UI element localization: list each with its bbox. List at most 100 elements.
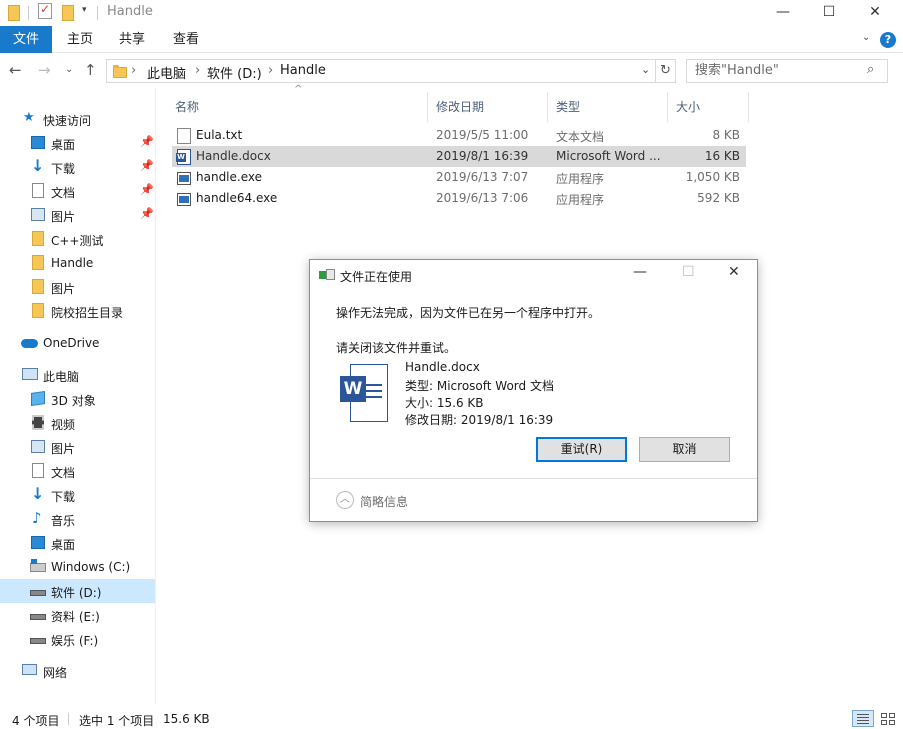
sidebar-item-network[interactable]: 网络 — [0, 659, 155, 683]
forward-arrow-icon[interactable]: → — [38, 61, 51, 79]
sidebar-item-documents[interactable]: 文档 📌 — [0, 179, 155, 203]
address-bar[interactable]: › 此电脑 › 软件 (D:) › Handle ⌄ — [106, 59, 656, 83]
recent-locations-chevron-icon[interactable]: ⌄ — [65, 64, 73, 75]
sort-ascending-icon: ^ — [294, 84, 303, 95]
sidebar-item-drive-e[interactable]: 资料 (E:) — [0, 603, 155, 627]
windows-logo-icon — [31, 559, 37, 564]
sidebar-item-onedrive[interactable]: OneDrive — [0, 331, 155, 355]
pictures-icon — [31, 208, 45, 221]
sidebar-item-drive-d[interactable]: 软件 (D:) — [0, 579, 155, 603]
music-note-icon: ♪ — [32, 509, 42, 527]
column-divider[interactable] — [547, 92, 548, 122]
pin-icon[interactable]: 📌 — [140, 135, 154, 148]
refresh-icon[interactable]: ↻ — [656, 59, 676, 83]
sidebar-item-music[interactable]: ♪ 音乐 — [0, 507, 155, 531]
dialog-instruction: 请关闭该文件并重试。 — [336, 341, 457, 355]
pane-divider[interactable] — [155, 88, 156, 704]
table-row[interactable]: handle.exe 2019/6/13 7:07 应用程序 1,050 KB — [172, 167, 746, 188]
document-icon — [32, 183, 44, 198]
exe-file-icon — [177, 193, 191, 206]
sidebar-item-pc-downloads[interactable]: ↓ 下载 — [0, 483, 155, 507]
details-view-icon[interactable] — [852, 710, 874, 727]
search-input[interactable] — [695, 63, 865, 78]
divider — [97, 6, 98, 20]
table-row[interactable]: W Handle.docx 2019/8/1 16:39 Microsoft W… — [172, 146, 746, 167]
file-size: 16 KB — [704, 149, 740, 163]
retry-button[interactable]: 重试(R) — [536, 437, 627, 462]
pin-icon[interactable]: 📌 — [140, 207, 154, 220]
sidebar-item-videos[interactable]: 视频 — [0, 411, 155, 435]
column-divider[interactable] — [667, 92, 668, 122]
sidebar-item-handle[interactable]: Handle — [0, 251, 155, 275]
pin-icon[interactable]: 📌 — [140, 183, 154, 196]
minimize-button[interactable]: — — [760, 0, 806, 26]
address-dropdown-icon[interactable]: ⌄ — [641, 63, 650, 76]
sidebar-item-downloads[interactable]: ↓ 下载 📌 — [0, 155, 155, 179]
sidebar-item-cpp-test[interactable]: C++测试 — [0, 227, 155, 251]
column-divider[interactable] — [427, 92, 428, 122]
sidebar-item-this-pc[interactable]: 此电脑 — [0, 363, 155, 387]
table-row[interactable]: handle64.exe 2019/6/13 7:06 应用程序 592 KB — [172, 188, 746, 209]
dialog-close-button[interactable]: ✕ — [728, 264, 740, 280]
file-name-info: Handle.docx — [405, 360, 480, 374]
file-size: 592 KB — [697, 191, 740, 205]
file-date: 2019/6/13 7:06 — [436, 191, 529, 205]
sidebar-item-pictures[interactable]: 图片 📌 — [0, 203, 155, 227]
sidebar-item-admissions[interactable]: 院校招生目录 — [0, 299, 155, 323]
column-divider[interactable] — [748, 92, 749, 122]
breadcrumb-separator-icon[interactable]: › — [268, 63, 273, 78]
expand-ribbon-icon[interactable]: ⌄ — [862, 32, 870, 43]
sidebar-item-pc-documents[interactable]: 文档 — [0, 459, 155, 483]
sidebar-item-3d-objects[interactable]: 3D 对象 — [0, 387, 155, 411]
sidebar-item-pc-pictures[interactable]: 图片 — [0, 435, 155, 459]
breadcrumb-drive-d[interactable]: 软件 (D:) — [207, 63, 262, 82]
divider — [28, 6, 29, 20]
column-header-size[interactable]: 大小 — [676, 98, 700, 115]
sidebar-item-drive-c[interactable]: Windows (C:) — [0, 555, 155, 579]
tab-file[interactable]: 文件 — [0, 26, 52, 53]
new-folder-icon[interactable] — [62, 5, 74, 21]
breadcrumb-separator-icon[interactable]: › — [131, 63, 136, 78]
quick-access-dropdown-icon[interactable]: ▾ — [82, 5, 87, 15]
column-header-type[interactable]: 类型 — [556, 98, 580, 115]
item-count: 4 个项目 — [12, 714, 60, 728]
folder-icon — [32, 231, 44, 246]
table-row[interactable]: Eula.txt 2019/5/5 11:00 文本文档 8 KB — [172, 125, 746, 146]
breadcrumb-separator-icon[interactable]: › — [195, 63, 200, 78]
pin-icon[interactable]: 📌 — [140, 159, 154, 172]
breadcrumb-this-pc[interactable]: 此电脑 — [147, 63, 186, 82]
fewer-details-link[interactable]: 简略信息 — [360, 493, 408, 510]
file-size-info: 大小: 15.6 KB — [405, 396, 484, 410]
properties-icon[interactable]: ✓ — [38, 2, 52, 19]
close-button[interactable]: ✕ — [852, 0, 898, 26]
folder-icon — [32, 303, 44, 318]
breadcrumb-handle[interactable]: Handle — [280, 63, 326, 78]
ribbon: 文件 主页 共享 查看 ⌄ ? — [0, 26, 903, 53]
back-arrow-icon[interactable]: ← — [9, 61, 22, 79]
large-icons-view-icon[interactable] — [877, 710, 899, 727]
tab-share[interactable]: 共享 — [110, 26, 154, 53]
chevron-up-icon[interactable]: ︿ — [336, 491, 354, 509]
status-bar: 4 个项目 选中 1 个项目 15.6 KB — [0, 704, 903, 729]
sidebar-item-desktop[interactable]: 桌面 📌 — [0, 131, 155, 155]
search-icon[interactable]: ⌕ — [867, 62, 874, 77]
network-icon — [22, 664, 37, 675]
window-title: Handle — [107, 4, 153, 19]
sidebar-item-pictures-folder[interactable]: 图片 — [0, 275, 155, 299]
search-box[interactable]: ⌕ — [686, 59, 888, 83]
up-arrow-icon[interactable]: ↑ — [84, 61, 97, 79]
column-header-name[interactable]: 名称 — [175, 98, 199, 115]
column-header-date[interactable]: 修改日期 — [436, 98, 484, 115]
film-icon — [32, 415, 44, 430]
sidebar-item-quick-access[interactable]: ★ 快速访问 — [0, 107, 155, 131]
sidebar-item-drive-f[interactable]: 娱乐 (F:) — [0, 627, 155, 651]
star-icon: ★ — [23, 110, 35, 125]
tab-view[interactable]: 查看 — [164, 26, 208, 53]
sidebar-item-pc-desktop[interactable]: 桌面 — [0, 531, 155, 555]
maximize-button[interactable]: ☐ — [806, 0, 852, 26]
help-icon[interactable]: ? — [880, 32, 896, 48]
cancel-button[interactable]: 取消 — [639, 437, 730, 462]
dialog-minimize-button[interactable]: — — [633, 264, 647, 280]
tab-home[interactable]: 主页 — [58, 26, 102, 53]
file-date: 2019/6/13 7:07 — [436, 170, 529, 184]
